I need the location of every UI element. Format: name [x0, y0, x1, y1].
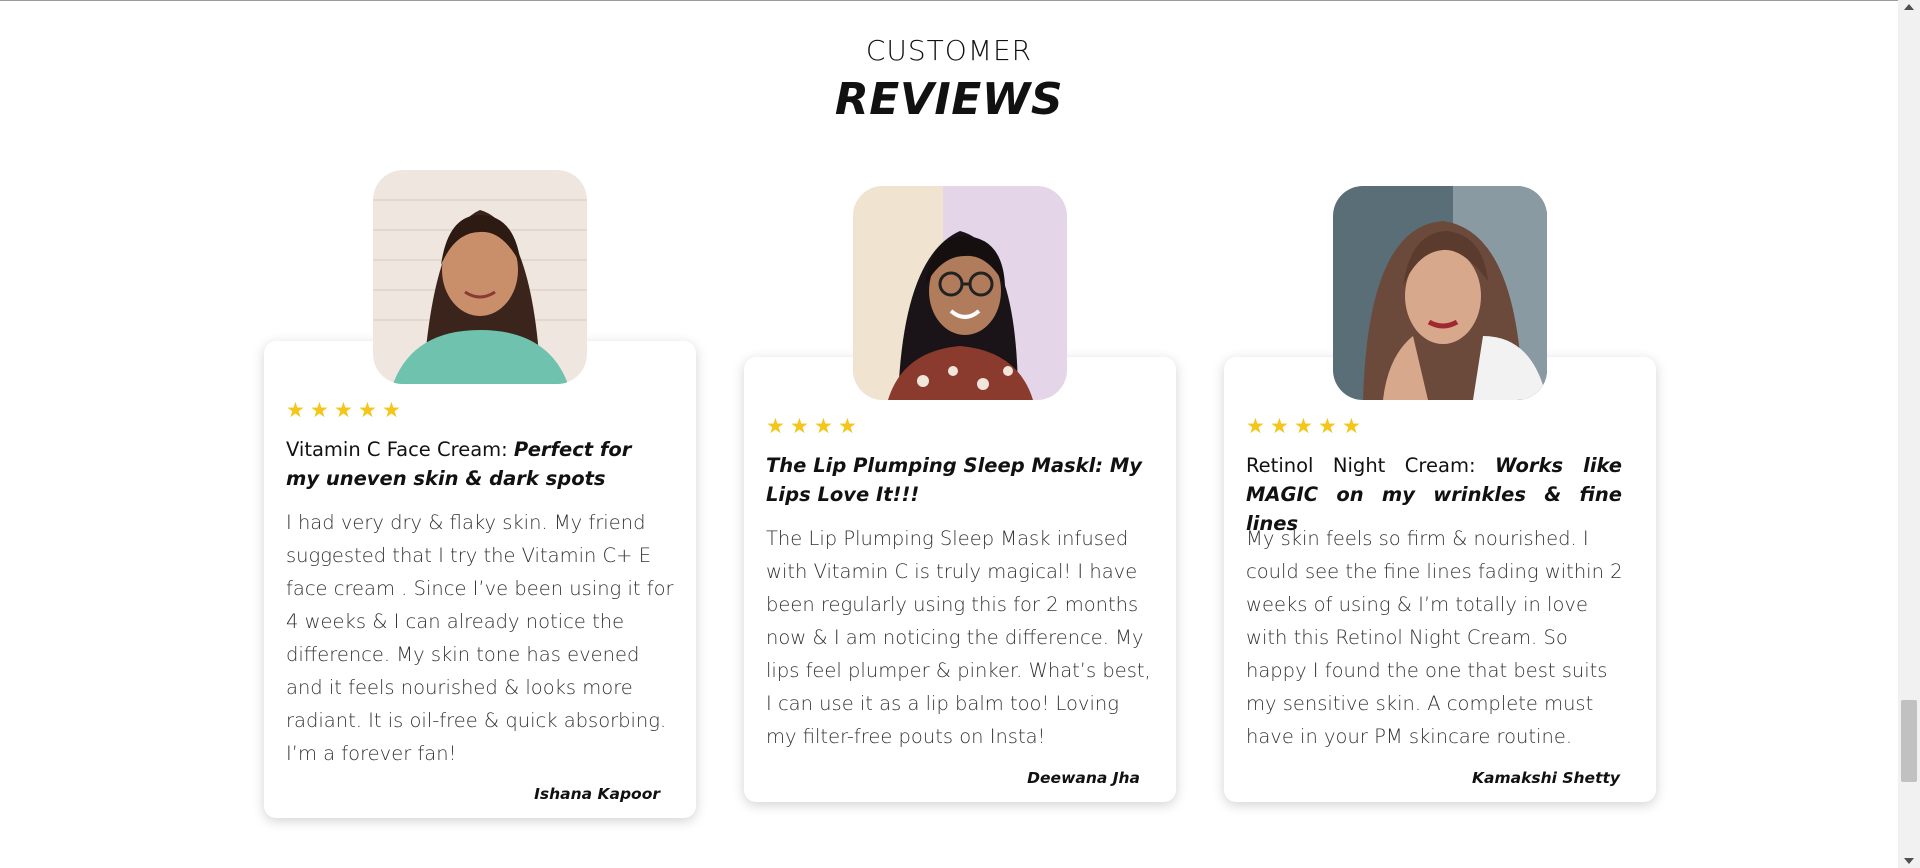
scrollbar-thumb[interactable]: [1901, 700, 1917, 782]
review-title: Vitamin C Face Cream: Perfect for my une…: [286, 435, 662, 493]
star-icon: ★: [1294, 414, 1313, 438]
scroll-up-arrow-icon[interactable]: [1904, 4, 1914, 10]
review-headline: The Lip Plumping Sleep Maskl: My Lips Lo…: [766, 454, 1142, 506]
review-text: The Lip Plumping Sleep Mask infused with…: [766, 527, 1151, 748]
star-icon: ★: [790, 414, 809, 438]
star-icon: ★: [382, 398, 401, 422]
star-icon: ★: [1342, 414, 1361, 438]
star-icon: ★: [286, 398, 305, 422]
star-icon: ★: [334, 398, 353, 422]
star-icon: ★: [358, 398, 377, 422]
star-icon: ★: [814, 414, 833, 438]
top-divider: [0, 0, 1898, 1]
avatar-image: [373, 170, 587, 384]
reviewer-name: Ishana Kapoor: [534, 785, 660, 803]
star-icon: ★: [766, 414, 785, 438]
section-subtitle: CUSTOMER: [865, 34, 1033, 67]
star-icon: ★: [1318, 414, 1337, 438]
avatar-image: [853, 186, 1067, 400]
star-icon: ★: [310, 398, 329, 422]
reviewer-name: Deewana Jha: [1027, 769, 1140, 787]
star-icon: ★: [1270, 414, 1289, 438]
page-scrollbar[interactable]: [1898, 0, 1920, 868]
reviewer-name: Kamakshi Shetty: [1472, 769, 1620, 787]
review-card: ★ ★ ★ ★ ★ Retinol Night Cream: Works lik…: [1224, 357, 1656, 802]
review-title: The Lip Plumping Sleep Maskl: My Lips Lo…: [766, 451, 1142, 509]
star-icon: ★: [1246, 414, 1265, 438]
review-text: I had very dry & flaky skin. My friend s…: [286, 511, 674, 765]
star-icon: ★: [838, 414, 857, 438]
avatar: [853, 186, 1067, 400]
product-name: Retinol Night Cream:: [1246, 454, 1496, 477]
star-rating: ★ ★ ★ ★ ★: [1246, 414, 1361, 438]
scroll-down-arrow-icon[interactable]: [1904, 858, 1914, 864]
star-rating: ★ ★ ★ ★ ★: [286, 398, 401, 422]
star-rating: ★ ★ ★ ★: [766, 414, 857, 438]
review-card: ★ ★ ★ ★ The Lip Plumping Sleep Maskl: My…: [744, 357, 1176, 802]
avatar: [1333, 186, 1547, 400]
product-name: Vitamin C Face Cream:: [286, 438, 514, 461]
section-title: REVIEWS: [834, 74, 1064, 125]
avatar-image: [1333, 186, 1547, 400]
avatar: [373, 170, 587, 384]
review-text: My skin feels so firm & nourished. I cou…: [1246, 527, 1623, 748]
review-card: ★ ★ ★ ★ ★ Vitamin C Face Cream: Perfect …: [264, 341, 696, 818]
